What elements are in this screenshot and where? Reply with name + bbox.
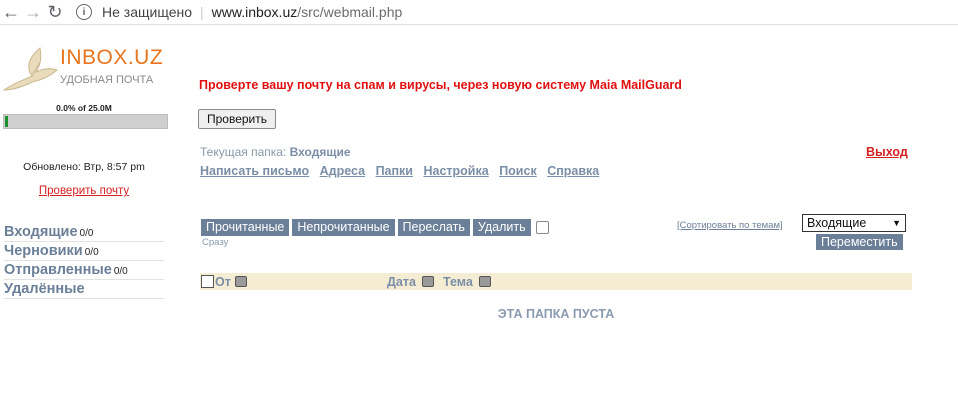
column-from[interactable]: От <box>215 275 231 289</box>
folder-count: 0/0 <box>113 266 128 277</box>
sort-subject-icon[interactable] <box>479 276 491 287</box>
address-bar[interactable]: www.inbox.uz/src/webmail.php <box>212 4 403 20</box>
move-folder-select[interactable]: Входящие ▼ <box>802 214 906 232</box>
column-date[interactable]: Дата <box>387 275 416 289</box>
check-mail-link[interactable]: Проверить почту <box>0 185 168 197</box>
nav-search[interactable]: Поиск <box>499 164 537 178</box>
url-host: www.inbox.uz <box>211 4 298 20</box>
current-folder-label: Текущая папка: <box>200 145 287 159</box>
nav-addresses[interactable]: Адреса <box>320 164 365 178</box>
check-spam-button[interactable]: Проверить <box>198 109 277 129</box>
quota-text: 0.0% of 25.0M <box>56 103 112 113</box>
nav-compose[interactable]: Написать письмо <box>200 164 309 178</box>
empty-folder-message: ЭТА ПАПКА ПУСТА <box>497 307 615 321</box>
forward-button[interactable]: Переслать <box>397 219 470 236</box>
folder-name: Отправленные <box>4 262 112 278</box>
quota-bar-fill <box>5 116 8 127</box>
folder-drafts[interactable]: Черновики 0/0 <box>4 242 164 261</box>
dove-logo-icon <box>2 47 58 91</box>
delete-immediately-checkbox[interactable] <box>535 221 549 234</box>
info-icon[interactable]: i <box>76 4 92 20</box>
column-subject[interactable]: Тема <box>443 275 473 289</box>
url-divider: | <box>200 4 204 20</box>
forward-arrow-icon[interactable]: → <box>22 1 44 23</box>
logo[interactable]: INBOX.UZ УДОБНАЯ ПОЧТА <box>2 46 177 96</box>
move-button[interactable]: Переместить <box>816 234 903 250</box>
folder-inbox[interactable]: Входящие 0/0 <box>4 223 164 242</box>
nav-folders[interactable]: Папки <box>376 164 413 178</box>
mark-read-button[interactable]: Прочитанные <box>201 219 290 236</box>
nav-help[interactable]: Справка <box>547 164 599 178</box>
message-list-header: От Дата Тема <box>200 273 912 290</box>
quota-bar <box>3 114 168 129</box>
current-folder-name: Входящие <box>289 145 351 159</box>
move-folder-selected: Входящие <box>807 216 867 230</box>
logo-subtitle: УДОБНАЯ ПОЧТА <box>60 74 154 86</box>
folder-list: Входящие 0/0 Черновики 0/0 Отправленные 0/0… <box>4 223 164 299</box>
folder-count: 0/0 <box>79 228 94 239</box>
security-status: Не защищено <box>102 4 192 20</box>
back-arrow-icon[interactable]: ← <box>0 1 22 23</box>
folder-trash[interactable]: Удалённые <box>4 280 164 299</box>
sort-from-icon[interactable] <box>235 276 247 287</box>
url-path: /src/webmail.php <box>297 4 403 20</box>
sort-by-threads-link[interactable]: [Сортировать по темам] <box>677 220 783 231</box>
folder-name: Удалённые <box>4 281 85 297</box>
reload-icon[interactable]: ↻ <box>44 1 66 23</box>
browser-toolbar: ← → ↻ i Не защищено | www.inbox.uz/src/w… <box>0 0 958 25</box>
logo-title: INBOX.UZ <box>60 46 164 69</box>
message-actions: Прочитанные Непрочитанные Переслать Удал… <box>201 219 549 236</box>
dropdown-caret-icon: ▼ <box>892 218 901 228</box>
spam-notice: Проверте вашу почту на спам и вирусы, че… <box>199 78 682 92</box>
folder-name: Черновики <box>4 243 83 259</box>
mark-unread-button[interactable]: Непрочитанные <box>292 219 395 236</box>
sort-date-icon[interactable] <box>422 276 434 287</box>
delete-button[interactable]: Удалить <box>472 219 531 236</box>
current-folder: Текущая папка: Входящие <box>200 145 351 159</box>
select-all-checkbox[interactable] <box>201 275 214 288</box>
main-nav: Написать письмо Адреса Папки Настройка П… <box>200 164 606 178</box>
folder-sent[interactable]: Отправленные 0/0 <box>4 261 164 280</box>
folder-name: Входящие <box>4 224 78 240</box>
logout-link[interactable]: Выход <box>866 145 908 159</box>
last-updated: Обновлено: Втр, 8:57 pm <box>23 161 145 173</box>
nav-settings[interactable]: Настройка <box>423 164 488 178</box>
folder-count: 0/0 <box>84 247 99 258</box>
delete-immediately-label: Сразу <box>202 237 229 248</box>
